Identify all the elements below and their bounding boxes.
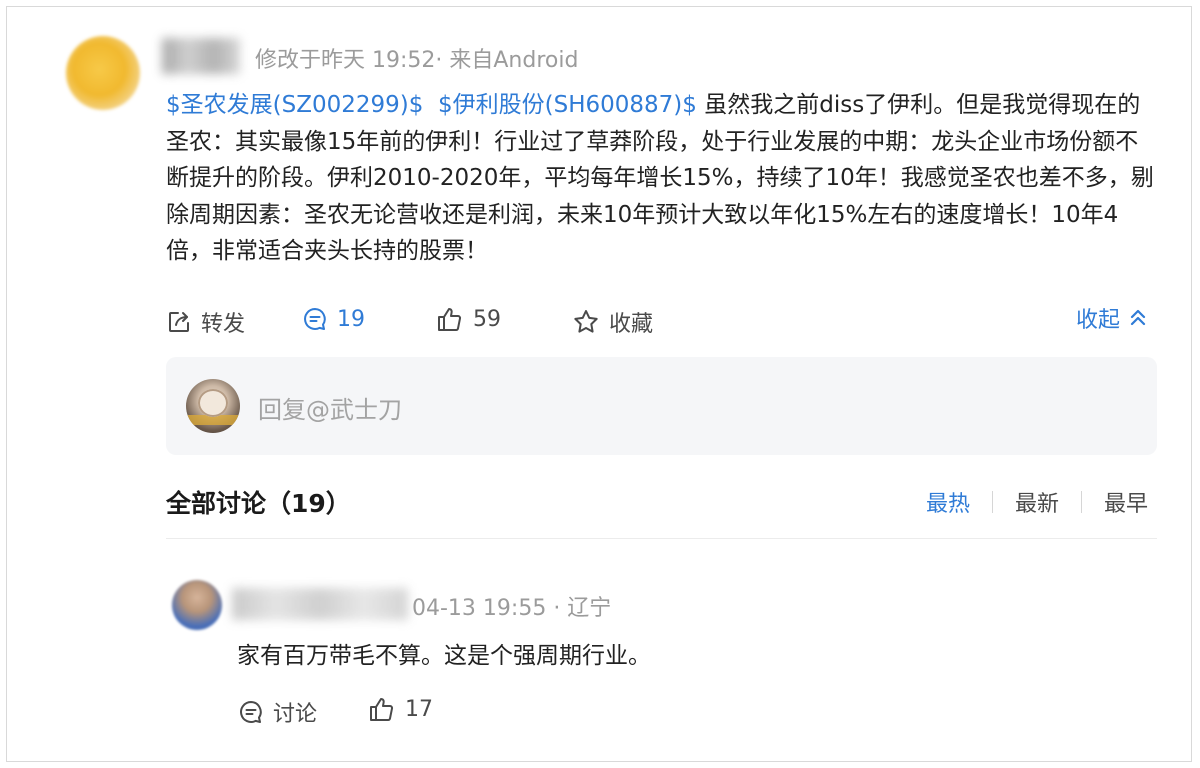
reply-placeholder: 回复@武士刀 — [258, 396, 402, 424]
comment-text: 家有百万带毛不算。这是个强周期行业。 — [237, 643, 651, 669]
sort-divider — [992, 491, 994, 513]
comment-icon — [304, 308, 326, 330]
thumbs-up-icon — [438, 308, 462, 331]
post-meta: 修改于昨天 19:52· 来自Android — [255, 48, 579, 73]
comment-count: 19 — [337, 306, 365, 332]
sort-divider — [1081, 491, 1083, 513]
repost-icon — [169, 312, 189, 332]
comment-discuss-button[interactable]: 讨论 — [238, 696, 317, 728]
discussion-title: 全部讨论（19） — [166, 489, 351, 518]
reply-input[interactable]: 回复@武士刀 — [166, 357, 1157, 455]
collapse-button[interactable]: 收起 — [1076, 302, 1148, 334]
sort-hot-tab[interactable]: 最热 — [926, 486, 970, 518]
comment-like-button[interactable]: 17 — [368, 696, 433, 722]
comment-discuss-label: 讨论 — [273, 702, 318, 727]
section-divider — [166, 538, 1157, 539]
double-chevron-up-icon — [1130, 309, 1146, 326]
like-button[interactable]: 59 — [436, 306, 501, 332]
star-icon — [574, 310, 598, 333]
collapse-label: 收起 — [1076, 308, 1121, 333]
post-body: $圣农发展(SZ002299)$ $伊利股份(SH600887)$ 虽然我之前d… — [166, 87, 1156, 270]
stock-tag-shengnong[interactable]: $圣农发展(SZ002299)$ — [166, 92, 423, 118]
favorite-button[interactable]: 收藏 — [572, 306, 653, 338]
sort-tabs: 最热 最新 最早 — [926, 486, 1148, 518]
comment-meta: 04-13 19:55 · 辽宁 — [412, 596, 612, 621]
repost-label: 转发 — [201, 312, 246, 337]
comment-icon — [240, 701, 262, 723]
comment-button[interactable]: 19 — [302, 306, 365, 332]
commenter-name-blurred[interactable] — [232, 588, 408, 620]
author-name-blurred[interactable] — [162, 38, 240, 74]
commenter-avatar[interactable] — [172, 580, 222, 630]
repost-button[interactable]: 转发 — [166, 306, 245, 338]
sort-new-tab[interactable]: 最新 — [1015, 486, 1059, 518]
current-user-avatar — [186, 379, 240, 433]
thumbs-up-icon — [370, 698, 394, 721]
author-avatar[interactable] — [66, 36, 140, 110]
comment-like-count: 17 — [405, 696, 433, 722]
stock-tag-yili[interactable]: $伊利股份(SH600887)$ — [438, 92, 697, 118]
like-count: 59 — [473, 306, 501, 332]
sort-early-tab[interactable]: 最早 — [1104, 486, 1148, 518]
favorite-label: 收藏 — [609, 312, 654, 337]
